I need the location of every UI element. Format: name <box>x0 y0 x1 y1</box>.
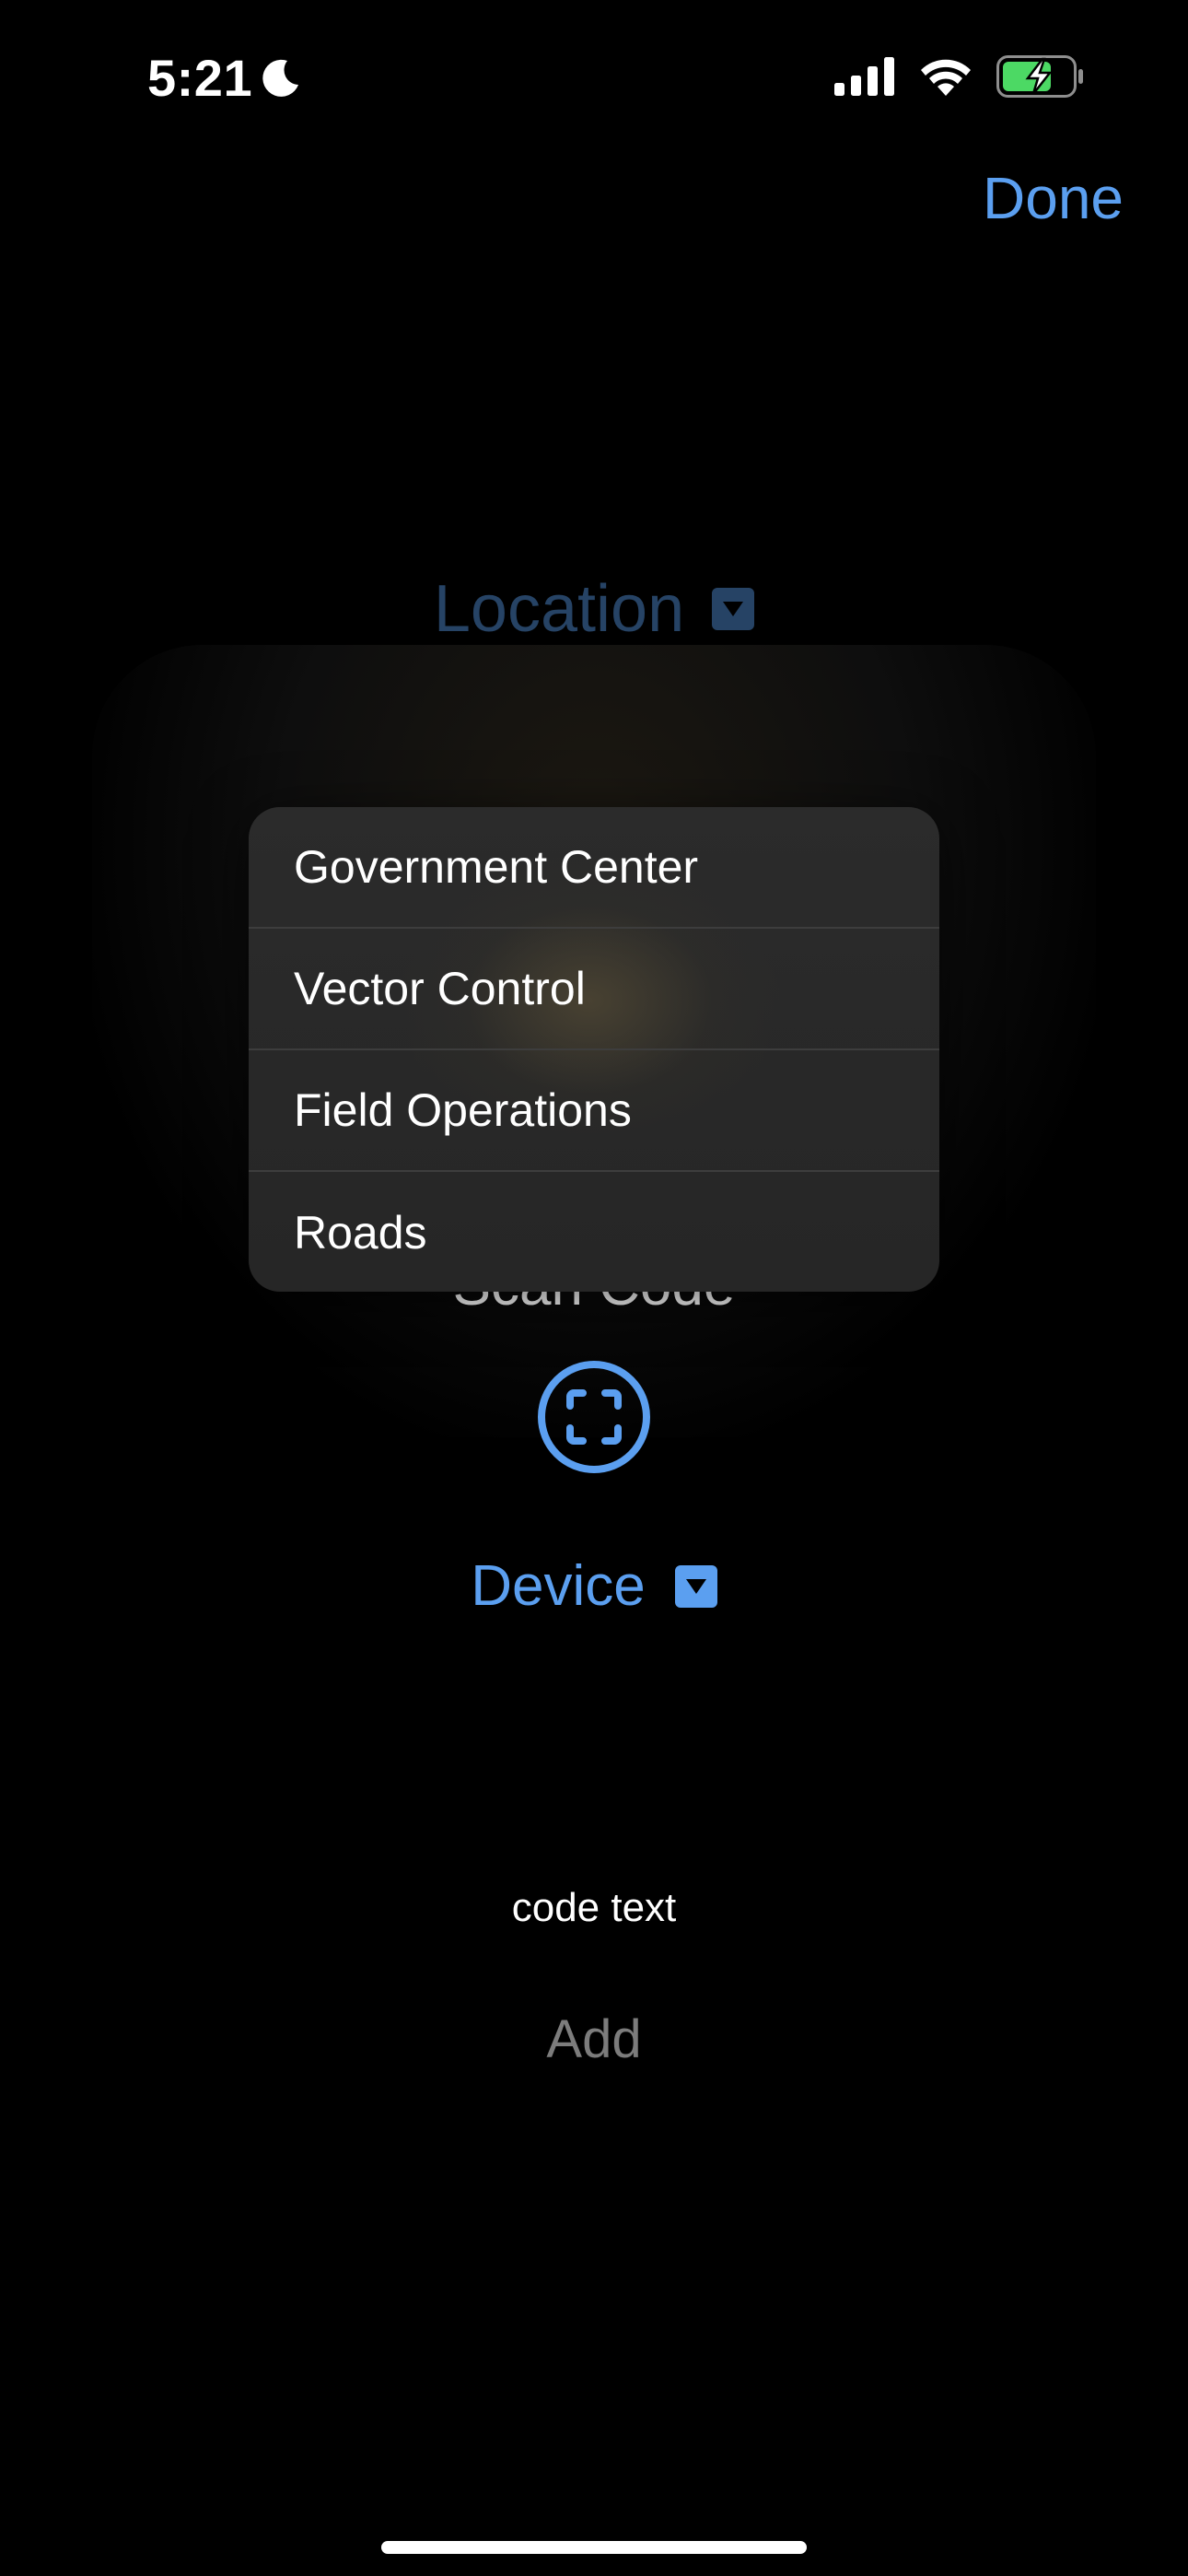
dropdown-arrow-icon <box>674 1564 717 1608</box>
location-label: Location <box>433 572 685 646</box>
device-label: Device <box>471 1554 646 1618</box>
status-bar-time: 5:21 <box>147 48 302 108</box>
time-label: 5:21 <box>147 49 253 107</box>
done-button[interactable]: Done <box>983 164 1124 232</box>
location-menu: Government Center Vector Control Field O… <box>249 807 939 1292</box>
menu-item-label: Government Center <box>294 841 699 893</box>
menu-item-government-center[interactable]: Government Center <box>249 807 939 929</box>
cellular-signal-icon <box>834 57 894 96</box>
dropdown-arrow-icon <box>712 588 755 630</box>
menu-item-field-operations[interactable]: Field Operations <box>249 1050 939 1172</box>
scan-viewfinder-icon[interactable] <box>537 1360 651 1474</box>
menu-item-label: Roads <box>294 1207 427 1259</box>
device-dropdown[interactable]: Device <box>0 1553 1188 1619</box>
status-bar-icons <box>834 55 1085 98</box>
code-text-label: code text <box>511 1885 677 1930</box>
menu-item-roads[interactable]: Roads <box>249 1172 939 1292</box>
battery-charging-icon <box>996 55 1083 98</box>
home-indicator[interactable] <box>381 2541 807 2554</box>
menu-item-label: Vector Control <box>294 963 586 1014</box>
location-dropdown[interactable]: Location <box>0 571 1188 647</box>
wifi-icon <box>921 59 971 96</box>
menu-item-vector-control[interactable]: Vector Control <box>249 929 939 1050</box>
add-button[interactable]: Add <box>0 2008 1188 2070</box>
moon-icon <box>262 59 299 97</box>
menu-item-label: Field Operations <box>294 1084 632 1136</box>
